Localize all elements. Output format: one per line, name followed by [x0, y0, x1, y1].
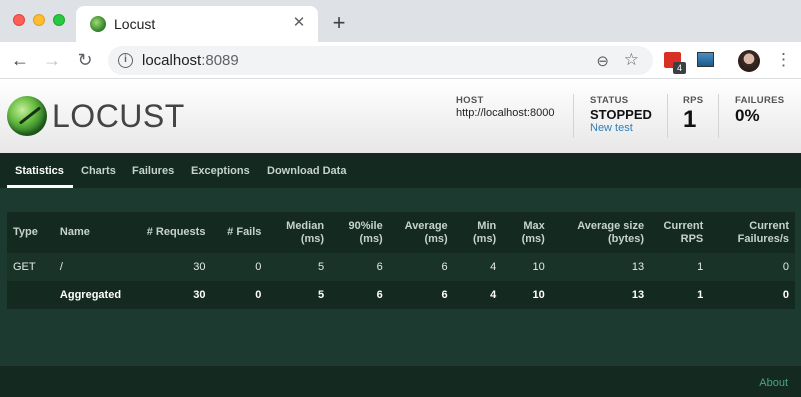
tab-failures[interactable]: Failures: [132, 165, 174, 177]
cell-max: 10: [502, 253, 551, 281]
new-test-link[interactable]: New test: [590, 122, 652, 134]
column-header[interactable]: Current RPS: [650, 212, 710, 253]
rps-block: RPS 1: [683, 95, 703, 134]
status-label: STATUS: [590, 95, 629, 106]
forward-arrow-icon[interactable]: →: [42, 50, 62, 70]
browser-toolbar: ← → ↻ i localhost:8089 ⊖ ☆ 4 ⋮: [0, 42, 801, 79]
column-header[interactable]: 90%ile (ms): [330, 212, 389, 253]
rps-value: 1: [683, 106, 697, 133]
host-value: http://localhost:8000: [456, 107, 555, 119]
about-link[interactable]: About: [759, 377, 788, 389]
tab-exceptions[interactable]: Exceptions: [191, 165, 250, 177]
more-menu-icon[interactable]: ⋮: [775, 50, 792, 70]
locust-header: LOCUST HOST http://localhost:8000 STATUS…: [0, 79, 801, 153]
aggregated-row: Aggregated 30 0 5 6 6 4 10 13 1 0: [7, 281, 795, 309]
locust-logo-icon: [7, 96, 47, 136]
new-tab-button[interactable]: +: [328, 12, 350, 34]
rps-label: RPS: [683, 95, 704, 106]
extension-badge: 4: [673, 62, 686, 74]
cell-max: 10: [502, 281, 551, 309]
cell-name: /: [53, 253, 132, 281]
host-block: HOST http://localhost:8000: [456, 95, 554, 119]
main-nav: Statistics Charts Failures Exceptions Do…: [0, 153, 801, 188]
cell-current-failures: 0: [709, 253, 795, 281]
cell-median: 5: [267, 253, 331, 281]
cell-type: [7, 281, 54, 309]
tab-download-data[interactable]: Download Data: [267, 165, 346, 177]
extension-2-icon[interactable]: [697, 52, 714, 67]
failures-block: FAILURES 0%: [735, 95, 784, 126]
column-header[interactable]: Name: [53, 212, 132, 253]
column-header[interactable]: Average (ms): [388, 212, 454, 253]
url-host: localhost: [142, 52, 202, 69]
host-label: HOST: [456, 95, 484, 106]
info-icon[interactable]: i: [118, 53, 133, 68]
cell-fails: 0: [211, 253, 268, 281]
tab-title: Locust: [114, 16, 156, 32]
cell-current-rps: 1: [650, 281, 710, 309]
divider: [573, 94, 574, 138]
table-row: GET / 30 0 5 6 6 4 10 13 1 0: [7, 253, 795, 281]
column-header[interactable]: Max (ms): [502, 212, 551, 253]
column-header[interactable]: Average size (bytes): [550, 212, 651, 253]
address-bar[interactable]: i localhost:8089 ⊖ ☆: [108, 46, 653, 75]
column-header[interactable]: Min (ms): [453, 212, 503, 253]
minimize-window-button[interactable]: [33, 14, 45, 26]
table-header-row: Type Name # Requests # Fails Median (ms) …: [7, 212, 795, 253]
cell-median: 5: [267, 281, 331, 309]
cell-current-rps: 1: [650, 253, 710, 281]
status-block: STATUS STOPPED New test: [590, 95, 652, 134]
locust-favicon-icon: [90, 16, 106, 32]
cell-average: 6: [388, 253, 454, 281]
column-header[interactable]: Current Failures/s: [709, 212, 795, 253]
tab-close-icon[interactable]: ✕: [290, 14, 308, 32]
cell-current-failures: 0: [709, 281, 795, 309]
url-text[interactable]: localhost:8089: [142, 52, 239, 69]
column-header[interactable]: Type: [7, 212, 54, 253]
tab-charts[interactable]: Charts: [81, 165, 116, 177]
statistics-panel: Type Name # Requests # Fails Median (ms) …: [0, 188, 801, 366]
cell-requests: 30: [131, 253, 212, 281]
status-value: STOPPED: [590, 107, 652, 122]
url-port: :8089: [201, 52, 239, 69]
browser-tab[interactable]: Locust ✕: [76, 6, 318, 42]
logo-text: LOCUST: [52, 98, 185, 134]
cell-min: 4: [453, 281, 503, 309]
cell-name: Aggregated: [53, 281, 132, 309]
reload-icon[interactable]: ↻: [75, 50, 95, 70]
tab-statistics[interactable]: Statistics: [15, 165, 64, 177]
stats-table: Type Name # Requests # Fails Median (ms) …: [7, 212, 795, 309]
cell-fails: 0: [211, 281, 268, 309]
cell-average: 6: [388, 281, 454, 309]
maximize-window-button[interactable]: [53, 14, 65, 26]
cell-requests: 30: [131, 281, 212, 309]
back-arrow-icon[interactable]: ←: [10, 50, 30, 70]
browser-tab-strip: Locust ✕ +: [0, 0, 801, 42]
bookmark-star-icon[interactable]: ☆: [624, 50, 639, 70]
zoom-out-icon[interactable]: ⊖: [596, 52, 609, 70]
cell-avg-size: 13: [550, 281, 651, 309]
cell-p90: 6: [330, 281, 389, 309]
footer: About: [0, 366, 801, 397]
cell-type: GET: [7, 253, 54, 281]
column-header[interactable]: # Fails: [211, 212, 268, 253]
column-header[interactable]: # Requests: [131, 212, 212, 253]
profile-avatar[interactable]: [738, 50, 760, 72]
cell-avg-size: 13: [550, 253, 651, 281]
cell-p90: 6: [330, 253, 389, 281]
divider: [667, 94, 668, 138]
cell-min: 4: [453, 253, 503, 281]
close-window-button[interactable]: [13, 14, 25, 26]
divider: [718, 94, 719, 138]
column-header[interactable]: Median (ms): [267, 212, 331, 253]
failures-value: 0%: [735, 106, 760, 125]
failures-label: FAILURES: [735, 95, 785, 106]
